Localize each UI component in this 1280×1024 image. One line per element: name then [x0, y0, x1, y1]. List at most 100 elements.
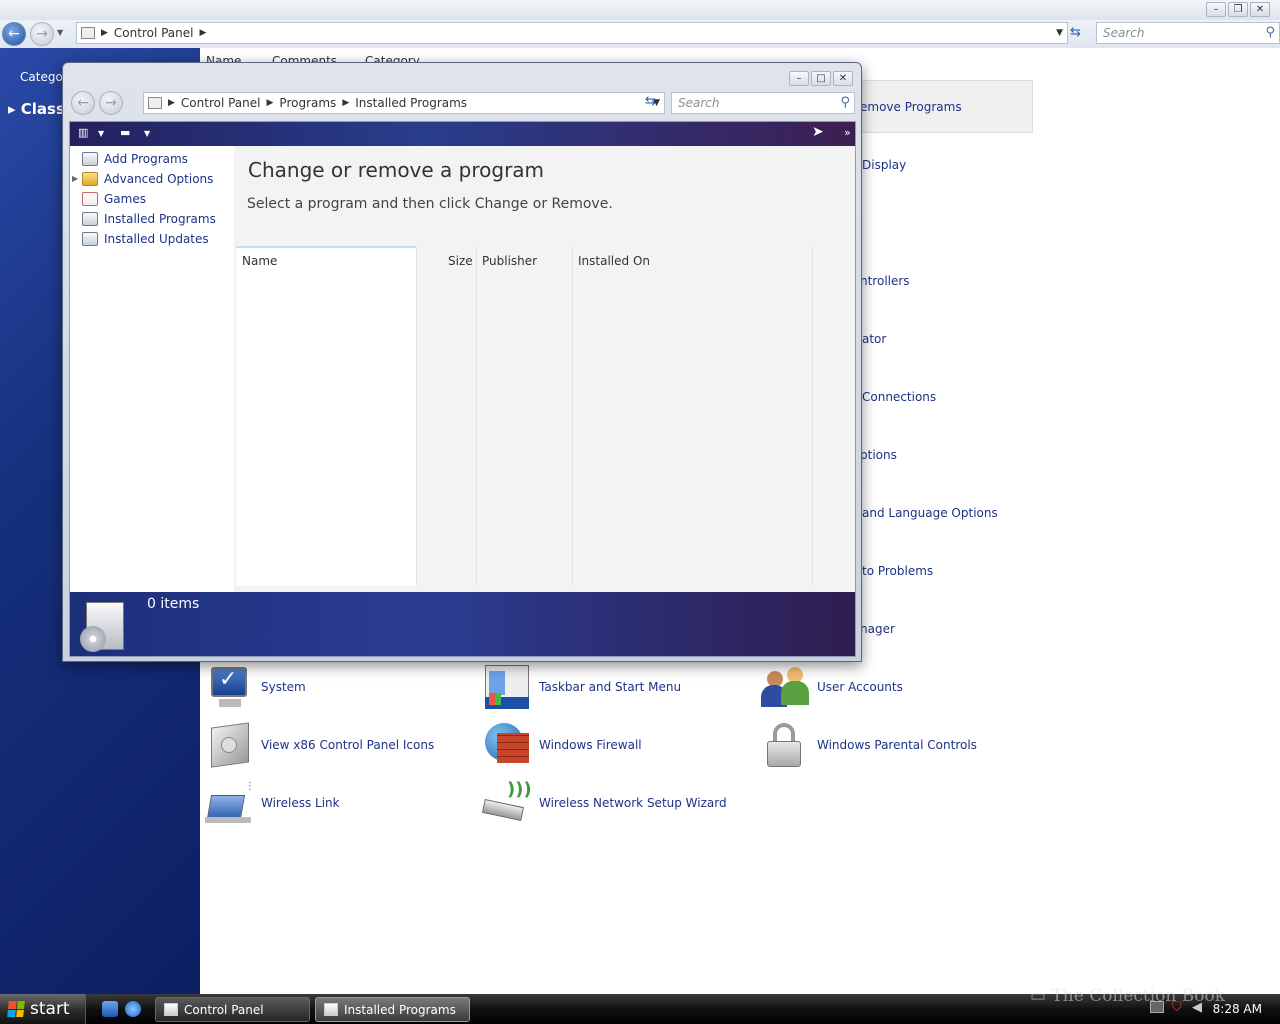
minimize-button[interactable]: – — [1206, 2, 1226, 17]
task-control-panel[interactable]: Control Panel — [155, 997, 310, 1022]
back-button[interactable]: ← — [71, 91, 95, 115]
search-icon[interactable]: ⚲ — [1265, 25, 1275, 40]
installed-programs-icon — [80, 602, 126, 652]
refresh-icon[interactable]: ⇆ — [645, 94, 656, 109]
name-column-area — [236, 246, 416, 586]
address-bar[interactable]: ▶ Control Panel ▶ ▼ — [76, 22, 1068, 44]
column-divider — [812, 246, 813, 586]
cp-item-connections[interactable]: Connections — [862, 390, 936, 404]
page-title: Change or remove a program — [248, 158, 545, 182]
show-desktop-icon[interactable] — [102, 1001, 118, 1017]
parental-controls-icon — [761, 721, 809, 769]
item-count: 0 items — [147, 596, 200, 612]
cp-item-wireless-setup[interactable]: ))) Wireless Network Setup Wizard — [481, 779, 727, 827]
windows-logo-icon — [7, 1001, 25, 1017]
search-input[interactable]: Search ⚲ — [1096, 22, 1280, 44]
games-icon — [82, 192, 98, 206]
cp-item-programs[interactable]: emove Programs — [860, 100, 962, 114]
caption-buttons: – ❐ ✕ — [1206, 2, 1270, 17]
breadcrumb-installed-programs[interactable]: Installed Programs — [355, 96, 467, 110]
system-icon: ✓ — [205, 663, 253, 711]
nav-installed-updates[interactable]: Installed Updates — [82, 232, 209, 246]
breadcrumb-programs[interactable]: Programs — [279, 96, 336, 110]
refresh-icon[interactable]: ⇆ — [1070, 25, 1081, 40]
watermark: ▭ The Collection Book — [1030, 986, 1226, 1006]
organize-dropdown-icon[interactable]: ▼ — [98, 129, 104, 138]
nav-advanced-options[interactable]: Advanced Options — [82, 172, 213, 186]
cp-item-display[interactable]: Display — [862, 158, 906, 172]
column-comments[interactable]: Comments — [272, 54, 337, 62]
nav-games[interactable]: Games — [82, 192, 146, 206]
installed-programs-window: – □ ✕ ← → ▶ Control Panel ▶ Programs ▶ I… — [62, 62, 862, 662]
organize-icon[interactable]: ▥ — [78, 126, 88, 139]
close-button[interactable]: ✕ — [1250, 2, 1270, 17]
control-panel-icon — [81, 27, 95, 39]
address-dropdown-icon[interactable]: ▼ — [1056, 28, 1063, 38]
cp-item-controllers[interactable]: ntrollers — [860, 274, 910, 288]
cp-item-regional-language[interactable]: and Language Options — [862, 506, 998, 520]
cp-item-problems[interactable]: to Problems — [862, 564, 933, 578]
navigation-pane: Add Programs ▶ Advanced Options Games In… — [70, 146, 234, 592]
start-button[interactable]: start — [0, 994, 86, 1024]
maximize-button[interactable]: □ — [811, 71, 831, 86]
cp-item-taskbar[interactable]: Taskbar and Start Menu — [483, 663, 681, 711]
recent-pages-icon[interactable]: ▼ — [57, 28, 63, 37]
address-row: ← → ▼ ▶ Control Panel ▶ ▼ ⇆ Search ⚲ — [0, 20, 1280, 48]
title-bar: – ❐ ✕ — [0, 0, 1280, 20]
programs-icon — [82, 152, 98, 166]
mouse-cursor-icon: ➤ — [812, 124, 824, 140]
column-name[interactable]: Name — [206, 54, 241, 62]
wireless-link-icon: ⋮ — [205, 779, 255, 827]
cp-item-system[interactable]: ✓ System — [205, 663, 306, 711]
close-button[interactable]: ✕ — [833, 71, 853, 86]
task-installed-programs[interactable]: Installed Programs — [315, 997, 470, 1022]
page-subtitle: Select a program and then click Change o… — [247, 196, 613, 212]
minimize-button[interactable]: – — [789, 71, 809, 86]
command-bar: ▥ ▼ ▬ ▼ ➤ » — [70, 122, 855, 146]
nav-installed-programs[interactable]: Installed Programs — [82, 212, 216, 226]
cp-item-parental-controls[interactable]: Windows Parental Controls — [761, 721, 977, 769]
column-name[interactable]: Name — [242, 254, 277, 268]
address-bar[interactable]: ▶ Control Panel ▶ Programs ▶ Installed P… — [143, 92, 665, 114]
column-size[interactable]: Size — [448, 254, 473, 268]
cp-item-user-accounts[interactable]: User Accounts — [761, 663, 903, 711]
internet-explorer-icon[interactable] — [125, 1001, 141, 1017]
firewall-icon — [483, 721, 531, 769]
updates-icon — [82, 232, 98, 246]
column-category[interactable]: Category — [365, 54, 420, 62]
programs-icon — [82, 212, 98, 226]
more-commands-icon[interactable]: » — [844, 126, 851, 139]
views-dropdown-icon[interactable]: ▼ — [144, 129, 150, 138]
search-icon[interactable]: ⚲ — [840, 95, 850, 110]
nav-add-programs[interactable]: Add Programs — [82, 152, 188, 166]
breadcrumb-control-panel[interactable]: Control Panel — [114, 26, 194, 40]
column-divider — [572, 246, 573, 586]
back-button[interactable]: ← — [2, 22, 26, 46]
cp-item-x86-icons[interactable]: View x86 Control Panel Icons — [205, 721, 434, 769]
taskbar-icon — [483, 663, 531, 711]
column-headers: Name Comments Category — [200, 48, 500, 62]
cp-item-ator[interactable]: ator — [862, 332, 886, 346]
programs-icon — [324, 1003, 338, 1016]
column-publisher[interactable]: Publisher — [482, 254, 537, 268]
forward-button[interactable]: → — [99, 91, 123, 115]
control-panel-icon — [205, 721, 253, 769]
window-client-area: ▥ ▼ ▬ ▼ ➤ » Add Programs ▶ Advanced Opti… — [69, 121, 856, 657]
restore-button[interactable]: ❐ — [1228, 2, 1248, 17]
breadcrumb-control-panel[interactable]: Control Panel — [181, 96, 261, 110]
search-input[interactable]: Search ⚲ — [671, 92, 855, 114]
wireless-network-icon: ))) — [481, 779, 532, 827]
views-icon[interactable]: ▬ — [120, 126, 130, 139]
content-pane: Change or remove a program Select a prog… — [234, 146, 855, 592]
programs-list[interactable]: Name Size Publisher Installed On — [236, 246, 813, 586]
column-installed-on[interactable]: Installed On — [578, 254, 650, 268]
cp-item-options[interactable]: ptions — [860, 448, 897, 462]
control-panel-icon — [148, 97, 162, 109]
caption-buttons: – □ ✕ — [789, 71, 853, 86]
cp-item-firewall[interactable]: Windows Firewall — [483, 721, 642, 769]
expand-arrow-icon[interactable]: ▶ — [72, 174, 78, 183]
cp-item-manager[interactable]: nager — [860, 622, 895, 636]
column-divider — [476, 246, 477, 586]
cp-item-wireless-link[interactable]: ⋮ Wireless Link — [205, 779, 340, 827]
forward-button[interactable]: → — [30, 22, 54, 46]
